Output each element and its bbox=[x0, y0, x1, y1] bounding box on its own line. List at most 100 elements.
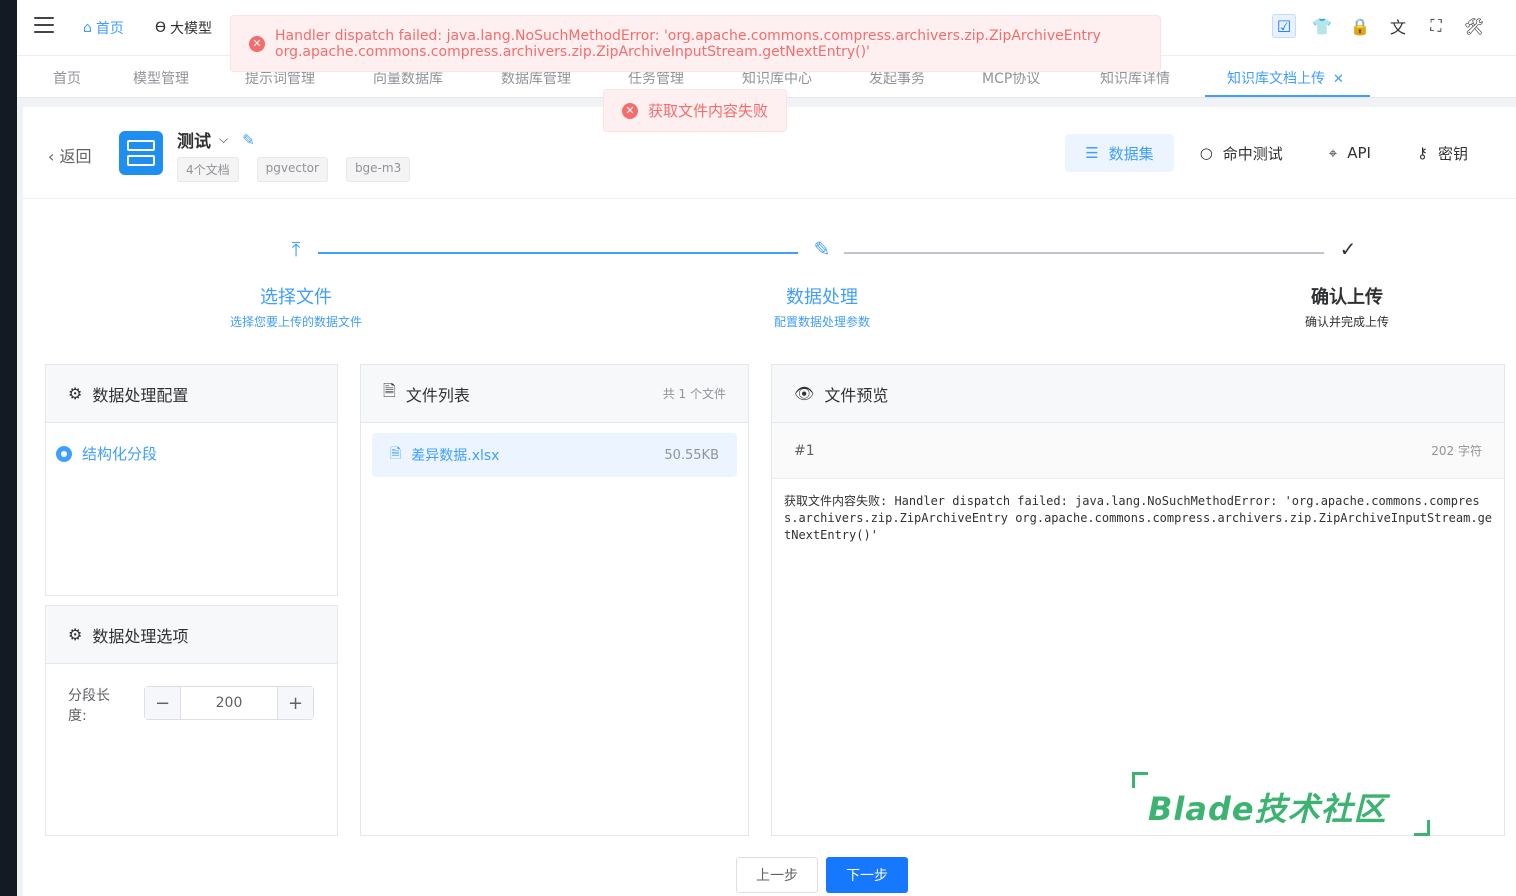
dataset-label: 数据集 bbox=[1108, 144, 1154, 163]
toolbar-icons: ☑ 👕 🔒 文 ⛶ 🛠 bbox=[1272, 14, 1486, 38]
segment-length-stepper: − 200 + bbox=[144, 686, 314, 720]
prev-step-button[interactable]: 上一步 bbox=[736, 857, 818, 893]
top-menu-home[interactable]: ⌂ 首页 bbox=[83, 18, 124, 38]
upload-steps: ⤒ ✎ ✓ 选择文件 选择您要上传的数据文件 数据处理 配置数据处理参数 确认上… bbox=[23, 237, 1516, 337]
top-menu-llm-label: 大模型 bbox=[170, 21, 213, 37]
options-panel: ⚙ 数据处理选项 分段长度: − 200 + bbox=[45, 605, 338, 836]
kb-name: 测试 bbox=[177, 132, 211, 152]
tag-vector-store: pgvector bbox=[256, 157, 328, 182]
checkbox-icon[interactable]: ☑ bbox=[1272, 14, 1296, 38]
step-1-desc: 选择您要上传的数据文件 bbox=[229, 315, 362, 329]
document-icon: 🗎 bbox=[383, 381, 396, 400]
language-icon[interactable]: 文 bbox=[1386, 14, 1410, 38]
chunk-char-count: 202 字符 bbox=[1431, 444, 1482, 458]
top-menu-llm[interactable]: Ѳ 大模型 bbox=[155, 18, 212, 38]
tab-home[interactable]: 首页 bbox=[53, 68, 81, 88]
knowledge-base-icon bbox=[119, 131, 163, 175]
kb-tags: 4个文档 pgvector bge-m3 bbox=[177, 157, 411, 182]
file-count: 共 1 个文件 bbox=[662, 387, 726, 401]
fullscreen-icon[interactable]: ⛶ bbox=[1424, 14, 1448, 38]
file-icon: 🗎 bbox=[390, 446, 402, 462]
api-label: API bbox=[1347, 144, 1371, 162]
segment-length-row: 分段长度: − 200 + bbox=[46, 664, 337, 748]
settings-tool-icon[interactable]: 🛠 bbox=[1462, 14, 1486, 38]
error-circle-icon: ✕ bbox=[622, 102, 638, 119]
error-toast-fetch-text: 获取文件内容失败 bbox=[648, 102, 769, 120]
tab-model-manage[interactable]: 模型管理 bbox=[133, 68, 189, 88]
chunk-id: #1 bbox=[794, 442, 815, 459]
file-size: 50.55KB bbox=[664, 447, 719, 463]
increment-button[interactable]: + bbox=[277, 687, 313, 719]
config-panel: ⚙ 数据处理配置 结构化分段 bbox=[45, 364, 338, 596]
preview-header: 👁 文件预览 bbox=[772, 365, 1504, 423]
error-circle-icon: ✕ bbox=[249, 35, 265, 52]
chunk-header: #1 202 字符 bbox=[772, 423, 1504, 479]
file-name: 差异数据.xlsx bbox=[411, 448, 500, 464]
gear-icon: ⚙ bbox=[68, 625, 83, 644]
close-icon[interactable]: ✕ bbox=[1333, 72, 1344, 87]
options-panel-title: 数据处理选项 bbox=[92, 626, 189, 646]
header-actions: ☰ 数据集 ○ 命中测试 ⌖ API ⚷ 密钥 bbox=[1065, 134, 1488, 172]
back-button[interactable]: ‹ 返回 bbox=[48, 143, 92, 167]
secret-key-button[interactable]: ⚷ 密钥 bbox=[1417, 134, 1488, 172]
options-panel-header: ⚙ 数据处理选项 bbox=[46, 606, 337, 664]
secret-key-label: 密钥 bbox=[1437, 144, 1468, 163]
location-pin-icon: ⌖ bbox=[1328, 144, 1338, 162]
check-icon: ✓ bbox=[1339, 237, 1357, 261]
error-toast-line-1: Handler dispatch failed: java.lang.NoSuc… bbox=[275, 27, 1101, 44]
theme-shirt-icon[interactable]: 👕 bbox=[1310, 14, 1334, 38]
step-3-title: 确认上传 bbox=[1311, 287, 1383, 308]
gear-icon: ⚙ bbox=[68, 384, 83, 403]
tag-embedding-model: bge-m3 bbox=[345, 157, 411, 182]
decrement-button[interactable]: − bbox=[145, 687, 181, 719]
error-toast-dispatch-text: Handler dispatch failed: java.lang.NoSuc… bbox=[275, 28, 1101, 60]
kb-title: 测试 ⌵ ✎ bbox=[177, 127, 255, 153]
preview-title: 文件预览 bbox=[824, 385, 889, 405]
config-panel-title: 数据处理配置 bbox=[92, 385, 189, 405]
file-item[interactable]: 🗎 差异数据.xlsx 50.55KB bbox=[372, 433, 737, 477]
edit-icon: ✎ bbox=[813, 237, 831, 261]
step-1-title: 选择文件 bbox=[260, 287, 332, 308]
segment-length-label: 分段长度: bbox=[68, 688, 110, 724]
file-list-title: 文件列表 bbox=[405, 385, 470, 405]
tab-kb-doc-upload[interactable]: 知识库文档上传 ✕ bbox=[1227, 68, 1344, 88]
left-sidebar-edge bbox=[0, 0, 17, 896]
hit-test-label: 命中测试 bbox=[1222, 144, 1283, 163]
error-toast-fetch: ✕ 获取文件内容失败 bbox=[603, 89, 787, 132]
lock-icon[interactable]: 🔒 bbox=[1348, 14, 1372, 38]
watermark-corner-br bbox=[1414, 820, 1430, 836]
file-preview-panel: 👁 文件预览 #1 202 字符 获取文件内容失败: Handler dispa… bbox=[771, 364, 1505, 836]
watermark-text: Blade技术社区 bbox=[1148, 790, 1387, 828]
error-toast-line-2: org.apache.commons.compress.archivers.zi… bbox=[275, 43, 870, 60]
config-panel-header: ⚙ 数据处理配置 bbox=[46, 365, 337, 423]
tab-kb-doc-upload-label: 知识库文档上传 bbox=[1227, 71, 1325, 87]
error-toast-dispatch: ✕ Handler dispatch failed: java.lang.NoS… bbox=[230, 15, 1161, 72]
back-label: 返回 bbox=[59, 147, 92, 166]
radio-checked-icon[interactable] bbox=[56, 445, 72, 462]
step-2-title: 数据处理 bbox=[786, 287, 858, 308]
api-button[interactable]: ⌖ API bbox=[1309, 134, 1391, 172]
chevron-left-icon: ‹ bbox=[48, 147, 55, 166]
llm-icon: Ѳ bbox=[155, 20, 167, 36]
search-icon: ○ bbox=[1199, 144, 1213, 162]
sliders-icon: ☰ bbox=[1085, 144, 1099, 162]
next-step-button[interactable]: 下一步 bbox=[826, 857, 908, 893]
menu-toggle-icon[interactable] bbox=[34, 17, 54, 33]
segment-length-input[interactable]: 200 bbox=[181, 687, 277, 719]
file-list-panel: 🗎 文件列表 共 1 个文件 🗎 差异数据.xlsx 50.55KB bbox=[360, 364, 749, 836]
step-line-2 bbox=[844, 252, 1324, 254]
edit-icon[interactable]: ✎ bbox=[242, 131, 255, 149]
key-icon: ⚷ bbox=[1416, 144, 1428, 162]
eye-icon: 👁 bbox=[794, 384, 815, 403]
dataset-button[interactable]: ☰ 数据集 bbox=[1065, 134, 1174, 172]
header-divider bbox=[23, 198, 1516, 199]
hit-test-button[interactable]: ○ 命中测试 bbox=[1200, 134, 1283, 172]
structured-segment-option[interactable]: 结构化分段 bbox=[46, 423, 337, 484]
watermark-corner-tl bbox=[1132, 772, 1148, 788]
chevron-down-icon[interactable]: ⌵ bbox=[219, 132, 228, 147]
step-3-desc: 确认并完成上传 bbox=[1304, 315, 1389, 329]
top-menu-home-label: 首页 bbox=[95, 21, 124, 37]
home-icon: ⌂ bbox=[83, 20, 92, 36]
chunk-content: 获取文件内容失败: Handler dispatch failed: java.… bbox=[784, 494, 1493, 542]
step-2-desc: 配置数据处理参数 bbox=[773, 315, 870, 329]
